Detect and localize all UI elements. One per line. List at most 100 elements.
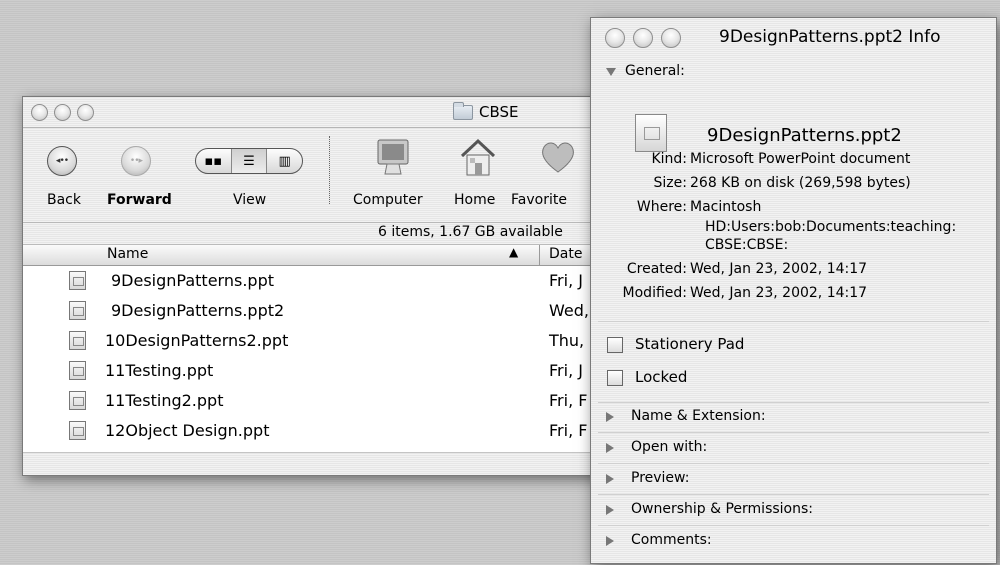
view-switcher[interactable]: ▪▪ ☰ ▥ [195, 148, 303, 174]
where-value-line1: Macintosh [690, 199, 762, 215]
divider [598, 432, 989, 433]
file-name[interactable]: 10DesignPatterns2.ppt [105, 331, 288, 350]
finder-window-title: CBSE [453, 101, 519, 122]
finder-title-text: CBSE [479, 103, 519, 121]
file-row[interactable]: 11Testing2.ppt Fri, F [23, 386, 623, 416]
info-window: 9DesignPatterns.ppt2 Info General: 9Desi… [590, 17, 997, 564]
sort-ascending-icon[interactable]: ▲ [509, 245, 518, 259]
back-arrow-icon: ◂•• [55, 156, 69, 166]
home-label[interactable]: Home [454, 192, 495, 208]
heart-icon[interactable] [538, 136, 578, 178]
name-ext-disclosure-icon[interactable] [606, 412, 614, 422]
locked-checkbox[interactable] [607, 370, 623, 386]
stationery-pad-label[interactable]: Stationery Pad [635, 335, 744, 353]
kind-label: Kind: [651, 151, 687, 167]
file-row[interactable]: 9DesignPatterns.ppt2 Wed, [23, 296, 623, 326]
file-row[interactable]: 9DesignPatterns.ppt Fri, J [23, 266, 623, 296]
toolbar-separator [329, 136, 330, 204]
file-date: Fri, J [549, 271, 583, 290]
forward-button[interactable]: ••▸ [121, 146, 151, 176]
where-value-line2: HD:Users:bob:Documents:teaching: [705, 219, 957, 235]
general-section-label[interactable]: General: [625, 63, 685, 79]
ppt-file-icon [69, 271, 86, 290]
back-button[interactable]: ◂•• [47, 146, 77, 176]
size-label: Size: [653, 175, 687, 191]
zoom-button[interactable] [77, 104, 94, 121]
file-date: Fri, J [549, 361, 583, 380]
finder-window: CBSE ◂•• Back ••▸ Forward ▪▪ ☰ ▥ View Co… [22, 96, 624, 476]
close-button[interactable] [31, 104, 48, 121]
kind-value: Microsoft PowerPoint document [690, 151, 911, 167]
home-icon[interactable] [458, 136, 498, 178]
ppt-file-icon [69, 421, 86, 440]
divider [598, 402, 989, 403]
comments-section[interactable]: Comments: [631, 532, 712, 548]
window-controls [31, 104, 94, 121]
icon-view-icon[interactable]: ▪▪ [196, 149, 231, 173]
comments-disclosure-icon[interactable] [606, 536, 614, 546]
file-name[interactable]: 11Testing.ppt [105, 361, 213, 380]
created-value: Wed, Jan 23, 2002, 14:17 [690, 261, 868, 277]
list-view-icon[interactable]: ☰ [230, 149, 267, 173]
file-date: Fri, F [549, 391, 588, 410]
file-row[interactable]: 10DesignPatterns2.ppt Thu, [23, 326, 623, 356]
modified-label: Modified: [622, 285, 687, 301]
info-titlebar[interactable]: 9DesignPatterns.ppt2 Info [591, 18, 996, 54]
open-with-disclosure-icon[interactable] [606, 443, 614, 453]
finder-titlebar[interactable]: CBSE [23, 97, 623, 128]
file-date: Fri, F [549, 421, 588, 440]
file-row[interactable]: 11Testing.ppt Fri, J [23, 356, 623, 386]
info-window-title: 9DesignPatterns.ppt2 Info [719, 27, 941, 47]
ppt-file-icon [69, 301, 86, 320]
back-label[interactable]: Back [47, 192, 81, 208]
file-name[interactable]: 12Object Design.ppt [105, 421, 269, 440]
file-row[interactable]: 12Object Design.ppt Fri, F [23, 416, 623, 446]
info-zoom-button[interactable] [661, 28, 681, 48]
finder-toolbar: ◂•• Back ••▸ Forward ▪▪ ☰ ▥ View Compute… [23, 128, 623, 223]
preview-disclosure-icon[interactable] [606, 474, 614, 484]
divider [598, 463, 989, 464]
where-value-line3: CBSE:CBSE: [705, 237, 789, 253]
file-date: Thu, [549, 331, 585, 350]
document-name: 9DesignPatterns.ppt2 [707, 125, 902, 146]
where-label: Where: [636, 199, 687, 215]
name-extension-section[interactable]: Name & Extension: [631, 408, 766, 424]
divider [598, 525, 989, 526]
column-name-header[interactable]: Name [107, 246, 148, 262]
file-list: 9DesignPatterns.ppt Fri, J 9DesignPatter… [23, 266, 623, 446]
column-header: Name ▲ Date [23, 245, 623, 266]
ownership-disclosure-icon[interactable] [606, 505, 614, 515]
file-name[interactable]: 11Testing2.ppt [105, 391, 223, 410]
finder-bottom-bar [23, 452, 623, 475]
file-date: Wed, [549, 301, 589, 320]
view-label: View [233, 192, 267, 208]
column-divider[interactable] [539, 245, 540, 265]
forward-label[interactable]: Forward [107, 192, 172, 208]
document-icon [635, 114, 667, 152]
status-text: 6 items, 1.67 GB available [378, 224, 563, 240]
stationery-pad-checkbox[interactable] [607, 337, 623, 353]
general-disclosure-icon[interactable] [606, 68, 616, 76]
file-name[interactable]: 9DesignPatterns.ppt [111, 271, 274, 290]
ppt-file-icon [69, 391, 86, 410]
computer-label[interactable]: Computer [353, 192, 423, 208]
ppt-file-icon [69, 331, 86, 350]
ppt-file-icon [69, 361, 86, 380]
preview-section[interactable]: Preview: [631, 470, 689, 486]
ownership-permissions-section[interactable]: Ownership & Permissions: [631, 501, 813, 517]
favorites-label[interactable]: Favorite [511, 192, 567, 208]
divider [598, 494, 989, 495]
file-name[interactable]: 9DesignPatterns.ppt2 [111, 301, 284, 320]
modified-value: Wed, Jan 23, 2002, 14:17 [690, 285, 868, 301]
locked-label[interactable]: Locked [635, 368, 687, 386]
info-window-controls [605, 28, 681, 48]
open-with-section[interactable]: Open with: [631, 439, 707, 455]
column-view-icon[interactable]: ▥ [266, 149, 302, 173]
forward-arrow-icon: ••▸ [129, 156, 143, 166]
info-minimize-button[interactable] [633, 28, 653, 48]
info-close-button[interactable] [605, 28, 625, 48]
minimize-button[interactable] [54, 104, 71, 121]
computer-icon[interactable] [373, 136, 413, 178]
column-date-header[interactable]: Date [549, 246, 582, 262]
status-bar: 6 items, 1.67 GB available [23, 223, 623, 245]
